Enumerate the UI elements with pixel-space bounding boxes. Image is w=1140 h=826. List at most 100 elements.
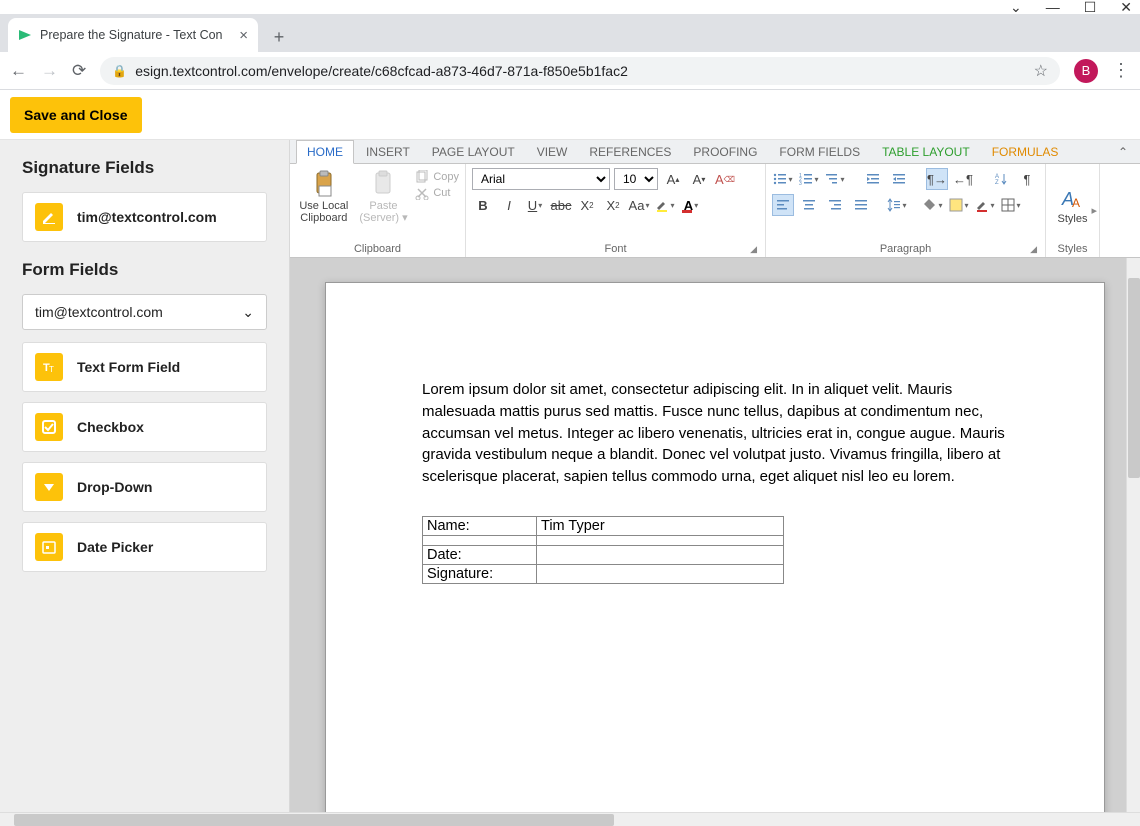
browser-tab[interactable]: Prepare the Signature - Text Con × bbox=[8, 18, 258, 52]
forward-icon[interactable]: → bbox=[41, 61, 58, 81]
align-justify-button[interactable] bbox=[850, 194, 872, 216]
ribbon-tab-form-fields[interactable]: FORM FIELDS bbox=[769, 141, 870, 163]
ribbon-collapse-icon[interactable]: ⌃ bbox=[1106, 141, 1140, 163]
window-horizontal-scrollbar[interactable] bbox=[0, 812, 1140, 826]
ltr-button[interactable]: ¶→ bbox=[926, 168, 948, 190]
multilevel-list-button[interactable]: ▾ bbox=[824, 168, 846, 190]
tab-close-icon[interactable]: × bbox=[239, 27, 248, 44]
show-marks-button[interactable]: ¶ bbox=[1016, 168, 1038, 190]
name-value-cell[interactable]: Tim Typer bbox=[537, 516, 784, 535]
italic-button[interactable]: I bbox=[498, 194, 520, 216]
date-label-cell: Date: bbox=[423, 545, 537, 564]
borders-button[interactable]: ▾ bbox=[1000, 194, 1022, 216]
paste-icon bbox=[368, 170, 398, 198]
ribbon-tab-table-layout[interactable]: TABLE LAYOUT bbox=[872, 141, 980, 163]
frame-line-color-button[interactable]: ▾ bbox=[974, 194, 996, 216]
save-and-close-button[interactable]: Save and Close bbox=[10, 97, 142, 133]
ribbon-tab-references[interactable]: REFERENCES bbox=[579, 141, 681, 163]
chevron-down-icon: ⌄ bbox=[242, 304, 254, 321]
document-body-text: Lorem ipsum dolor sit amet, consectetur … bbox=[422, 379, 1008, 488]
align-right-button[interactable] bbox=[824, 194, 846, 216]
font-color-button[interactable]: A▾ bbox=[680, 194, 702, 216]
change-case-button[interactable]: Aa▾ bbox=[628, 194, 650, 216]
form-field-text[interactable]: TT Text Form Field bbox=[22, 342, 267, 392]
underline-button[interactable]: U▾ bbox=[524, 194, 546, 216]
frame-fill-button[interactable]: ▾ bbox=[948, 194, 970, 216]
strikethrough-button[interactable]: abc bbox=[550, 194, 572, 216]
browser-toolbar: ← → ⟳ 🔒 esign.textcontrol.com/envelope/c… bbox=[0, 52, 1140, 90]
ribbon-tab-home[interactable]: HOME bbox=[296, 140, 354, 164]
signature-value-cell[interactable] bbox=[537, 564, 784, 583]
reload-icon[interactable]: ⟳ bbox=[72, 61, 86, 81]
profile-avatar[interactable]: B bbox=[1074, 59, 1098, 83]
scrollbar-thumb[interactable] bbox=[14, 814, 614, 826]
bold-button[interactable]: B bbox=[472, 194, 494, 216]
align-center-button[interactable] bbox=[798, 194, 820, 216]
table-row: Signature: bbox=[423, 564, 784, 583]
signature-fields-heading: Signature Fields bbox=[22, 158, 267, 178]
signature-table[interactable]: Name:Tim Typer Date: Signature: bbox=[422, 516, 784, 584]
use-local-clipboard-button[interactable]: Use Local Clipboard bbox=[296, 168, 352, 241]
highlight-button[interactable]: ▾ bbox=[654, 194, 676, 216]
decrease-indent-button[interactable] bbox=[862, 168, 884, 190]
rtl-button[interactable]: ←¶ bbox=[952, 168, 974, 190]
font-size-select[interactable]: 10 bbox=[614, 168, 658, 190]
ribbon-tab-view[interactable]: VIEW bbox=[527, 141, 578, 163]
line-spacing-button[interactable]: ▾ bbox=[886, 194, 908, 216]
form-fields-heading: Form Fields bbox=[22, 260, 267, 280]
bookmark-star-icon[interactable]: ☆ bbox=[1034, 61, 1048, 81]
text-field-icon: TT bbox=[35, 353, 63, 381]
font-name-select[interactable]: Arial bbox=[472, 168, 610, 190]
ribbon-tab-proofing[interactable]: PROOFING bbox=[683, 141, 767, 163]
paragraph-dialog-launcher-icon[interactable]: ◢ bbox=[1030, 244, 1037, 255]
new-tab-button[interactable]: + bbox=[264, 22, 294, 52]
name-label-cell: Name: bbox=[423, 516, 537, 535]
svg-text:Z: Z bbox=[995, 180, 999, 186]
ribbon-tab-page-layout[interactable]: PAGE LAYOUT bbox=[422, 141, 525, 163]
window-close-icon[interactable]: ✕ bbox=[1120, 0, 1132, 16]
subscript-button[interactable]: X2 bbox=[576, 194, 598, 216]
url-text: esign.textcontrol.com/envelope/create/c6… bbox=[135, 63, 628, 79]
window-dropdown-icon[interactable]: ⌄ bbox=[1010, 0, 1022, 16]
shading-button[interactable]: ▾ bbox=[922, 194, 944, 216]
styles-expand-icon[interactable]: ▸ bbox=[1091, 204, 1097, 217]
grow-font-button[interactable]: A▴ bbox=[662, 168, 684, 190]
form-fields-recipient-select[interactable]: tim@textcontrol.com ⌄ bbox=[22, 294, 267, 330]
align-left-button[interactable] bbox=[772, 194, 794, 216]
shrink-font-button[interactable]: A▾ bbox=[688, 168, 710, 190]
signature-field-card[interactable]: tim@textcontrol.com bbox=[22, 192, 267, 242]
copy-button[interactable]: Copy bbox=[415, 170, 459, 184]
bullet-list-button[interactable]: ▾ bbox=[772, 168, 794, 190]
svg-text:3: 3 bbox=[799, 181, 802, 186]
back-icon[interactable]: ← bbox=[10, 61, 27, 81]
cut-icon bbox=[415, 186, 429, 200]
form-field-checkbox[interactable]: Checkbox bbox=[22, 402, 267, 452]
styles-button[interactable]: AA Styles bbox=[1052, 168, 1093, 241]
cut-button[interactable]: Cut bbox=[415, 186, 459, 200]
superscript-button[interactable]: X2 bbox=[602, 194, 624, 216]
window-maximize-icon[interactable]: ☐ bbox=[1084, 0, 1097, 16]
font-dialog-launcher-icon[interactable]: ◢ bbox=[750, 244, 757, 255]
paste-server-button[interactable]: Paste (Server) ▾ bbox=[356, 168, 412, 241]
browser-menu-icon[interactable]: ⋮ bbox=[1112, 60, 1130, 81]
window-minimize-icon[interactable]: — bbox=[1046, 0, 1060, 15]
form-field-dropdown[interactable]: Drop-Down bbox=[22, 462, 267, 512]
date-value-cell[interactable] bbox=[537, 545, 784, 564]
document-page[interactable]: Lorem ipsum dolor sit amet, consectetur … bbox=[325, 282, 1105, 812]
numbered-list-button[interactable]: 123▾ bbox=[798, 168, 820, 190]
address-bar[interactable]: 🔒 esign.textcontrol.com/envelope/create/… bbox=[100, 57, 1060, 85]
copy-label: Copy bbox=[433, 171, 459, 183]
scrollbar-thumb[interactable] bbox=[1128, 278, 1140, 478]
ribbon-tab-insert[interactable]: INSERT bbox=[356, 141, 420, 163]
document-viewport[interactable]: Lorem ipsum dolor sit amet, consectetur … bbox=[290, 258, 1140, 812]
styles-group-label: Styles bbox=[1052, 241, 1093, 255]
ribbon-tab-formulas[interactable]: FORMULAS bbox=[982, 141, 1069, 163]
editor-vertical-scrollbar[interactable] bbox=[1126, 258, 1140, 812]
sort-button[interactable]: AZ bbox=[990, 168, 1012, 190]
browser-tab-strip: Prepare the Signature - Text Con × + bbox=[0, 14, 1140, 52]
form-field-datepicker[interactable]: Date Picker bbox=[22, 522, 267, 572]
table-row: Name:Tim Typer bbox=[423, 516, 784, 535]
clear-formatting-button[interactable]: A⌫ bbox=[714, 168, 736, 190]
form-field-datepicker-label: Date Picker bbox=[77, 539, 153, 555]
increase-indent-button[interactable] bbox=[888, 168, 910, 190]
